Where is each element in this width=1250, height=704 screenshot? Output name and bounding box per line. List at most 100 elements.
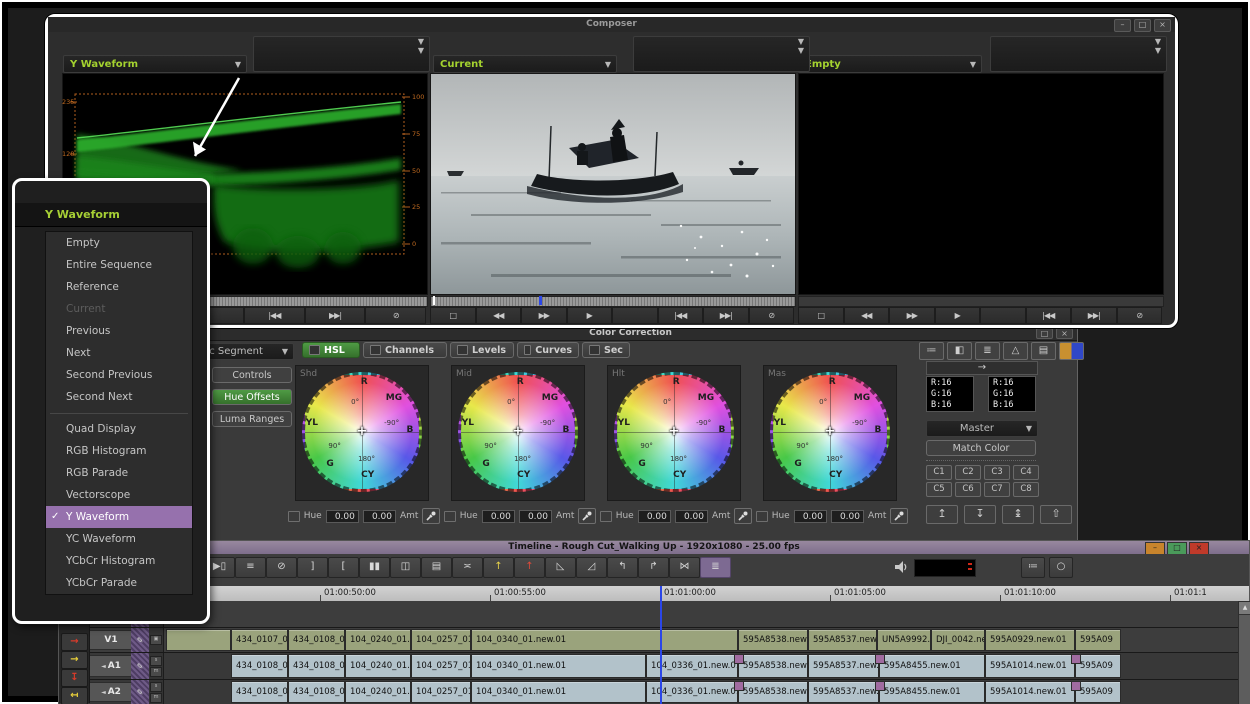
- transport-button[interactable]: ▶▶|: [305, 307, 366, 324]
- splice-in-icon[interactable]: ↑: [483, 557, 514, 578]
- transport-button[interactable]: ▶: [935, 307, 981, 324]
- menu-item-vectorscope[interactable]: Vectorscope: [46, 484, 192, 506]
- track-panel-icon[interactable]: ≡: [235, 557, 266, 578]
- playhead[interactable]: [660, 586, 662, 704]
- menu-item-next[interactable]: Next: [46, 342, 192, 364]
- clip-segment[interactable]: 595A09: [1075, 654, 1121, 678]
- update-correction-icon[interactable]: ↨: [1002, 505, 1034, 524]
- transport-button[interactable]: □: [798, 307, 844, 324]
- clip-segment[interactable]: [166, 629, 231, 651]
- transition-icon[interactable]: ⋈: [669, 557, 700, 578]
- bank-c2-button[interactable]: C2: [955, 465, 981, 480]
- bank-c3-button[interactable]: C3: [984, 465, 1010, 480]
- splice-segment-icon[interactable]: ↧: [61, 669, 88, 687]
- eyedropper-icon[interactable]: [734, 508, 752, 524]
- tab-enable-checkbox[interactable]: [370, 345, 381, 355]
- hue-offset-wheel[interactable]: RMGBCYGYL0°-90°90°180°+: [614, 372, 734, 492]
- meter-menu-icon[interactable]: ≔: [1021, 557, 1045, 578]
- record-monitor[interactable]: [430, 73, 796, 295]
- transport-button[interactable]: □: [430, 307, 476, 324]
- clip-segment[interactable]: 595A09: [1075, 681, 1121, 703]
- menu-item-previous[interactable]: Previous: [46, 320, 192, 342]
- mark-in-icon[interactable]: [: [328, 557, 359, 578]
- clip-segment[interactable]: 434_0108_01: [288, 654, 345, 678]
- menu-item-entire-sequence[interactable]: Entire Sequence: [46, 254, 192, 276]
- track-name-v1[interactable]: V1: [89, 630, 133, 650]
- clip-segment[interactable]: 595A8538.new.0: [738, 654, 808, 678]
- track-selector-strip[interactable]: ✎: [131, 653, 149, 679]
- close-button[interactable]: ×: [1154, 19, 1171, 32]
- tab-levels[interactable]: Levels: [450, 342, 514, 358]
- hue-value-field[interactable]: 0.00: [326, 510, 359, 523]
- tab-enable-checkbox[interactable]: [309, 345, 320, 355]
- palette-icon[interactable]: [1059, 342, 1084, 360]
- transition-effect-icon[interactable]: [875, 654, 885, 664]
- clip-segment[interactable]: 104_0340_01.new.01: [471, 681, 646, 703]
- hue-value-field[interactable]: 0.00: [794, 510, 827, 523]
- trim-mode-icon[interactable]: ≍: [452, 557, 483, 578]
- saturation-value-field[interactable]: 0.00: [363, 510, 396, 523]
- enable-checkbox[interactable]: [288, 511, 300, 522]
- clip-segment[interactable]: 104_0340_01.new.01: [471, 629, 738, 651]
- timecode-ring-icon[interactable]: ○: [1049, 557, 1073, 578]
- transport-button[interactable]: ▶▶|: [703, 307, 749, 324]
- hue-offset-wheel[interactable]: RMGBCYGYL0°-90°90°180°+: [302, 372, 422, 492]
- mute-button[interactable]: m: [150, 693, 162, 703]
- next-uncorrected-icon[interactable]: ↧: [964, 505, 996, 524]
- hue-value-field[interactable]: 0.00: [638, 510, 671, 523]
- clip-segment[interactable]: 595A8537.new.01: [808, 654, 879, 678]
- menu-item-ycbcr-parade[interactable]: YCbCr Parade: [46, 572, 192, 594]
- bank-c7-button[interactable]: C7: [984, 482, 1010, 497]
- transport-button[interactable]: [980, 307, 1026, 324]
- effect-mode-icon[interactable]: ⊘: [266, 557, 297, 578]
- mark-out-icon[interactable]: ]: [297, 557, 328, 578]
- tab-enable-checkbox[interactable]: [589, 345, 600, 355]
- clip-segment[interactable]: 595A8455.new.01: [879, 654, 985, 678]
- controls-button[interactable]: Controls: [212, 367, 292, 383]
- monitor-source-dropdown[interactable]: Empty▼: [798, 55, 982, 73]
- monitor-source-dropdown[interactable]: Current▼: [433, 55, 617, 73]
- tab-hsl[interactable]: HSL: [302, 342, 360, 358]
- remove-effect-icon[interactable]: ⇧: [1040, 505, 1072, 524]
- safe-color-warning-icon[interactable]: △: [1003, 342, 1028, 360]
- eyedropper-icon[interactable]: [578, 508, 596, 524]
- transport-button[interactable]: ▶▶: [889, 307, 935, 324]
- tab-channels[interactable]: Channels: [363, 342, 447, 358]
- clip-segment[interactable]: 595A8537.new.01: [808, 629, 877, 651]
- saturation-value-field[interactable]: 0.00: [675, 510, 708, 523]
- position-indicator[interactable]: [539, 296, 542, 305]
- menu-item-quad-display[interactable]: Quad Display: [46, 418, 192, 440]
- tab-sec[interactable]: Sec: [582, 342, 630, 358]
- timecode-ruler[interactable]: 01:00:50:0001:00:55:0001:01:00:0001:01:0…: [59, 586, 1249, 602]
- mute-button[interactable]: m: [150, 667, 162, 677]
- saturation-value-field[interactable]: 0.00: [519, 510, 552, 523]
- clip-segment[interactable]: 104_0340_01.new.01: [471, 654, 646, 678]
- minimize-button[interactable]: –: [1114, 19, 1131, 32]
- clip-segment[interactable]: 434_0108_01: [231, 654, 288, 678]
- menu-item-second-previous[interactable]: Second Previous: [46, 364, 192, 386]
- correction-mode-icon[interactable]: ≔: [919, 342, 944, 360]
- track-selector-strip[interactable]: ✎: [131, 628, 149, 652]
- timeline-view-icon[interactable]: ≣: [700, 557, 731, 578]
- vertical-scrollbar[interactable]: ▲: [1238, 601, 1250, 704]
- clip-segment[interactable]: UN5A9992.ne: [877, 629, 931, 651]
- tab-curves[interactable]: Curves: [517, 342, 579, 358]
- transport-button[interactable]: [612, 307, 658, 324]
- tab-enable-checkbox[interactable]: [457, 345, 468, 355]
- clip-segment[interactable]: DJI_0042.new: [931, 629, 985, 651]
- hue-offset-wheel[interactable]: RMGBCYGYL0°-90°90°180°+: [770, 372, 890, 492]
- eyedropper-icon[interactable]: [422, 508, 440, 524]
- wheel-crosshair[interactable]: +: [669, 424, 680, 439]
- previous-uncorrected-icon[interactable]: ↥: [926, 505, 958, 524]
- audio-speaker-icon[interactable]: [894, 560, 908, 574]
- solo-button[interactable]: s: [150, 656, 162, 666]
- clip-segment[interactable]: 104_0240_01.ne: [345, 629, 411, 651]
- maximize-button[interactable]: □: [1134, 19, 1151, 32]
- color-match-icon[interactable]: ◧: [947, 342, 972, 360]
- transport-button[interactable]: |◀◀: [244, 307, 305, 324]
- enable-checkbox[interactable]: [444, 511, 456, 522]
- list-icon[interactable]: ≣: [975, 342, 1000, 360]
- empty-position-bar[interactable]: [798, 296, 1164, 307]
- extend-right-icon[interactable]: ↱: [638, 557, 669, 578]
- menu-item-reference[interactable]: Reference: [46, 276, 192, 298]
